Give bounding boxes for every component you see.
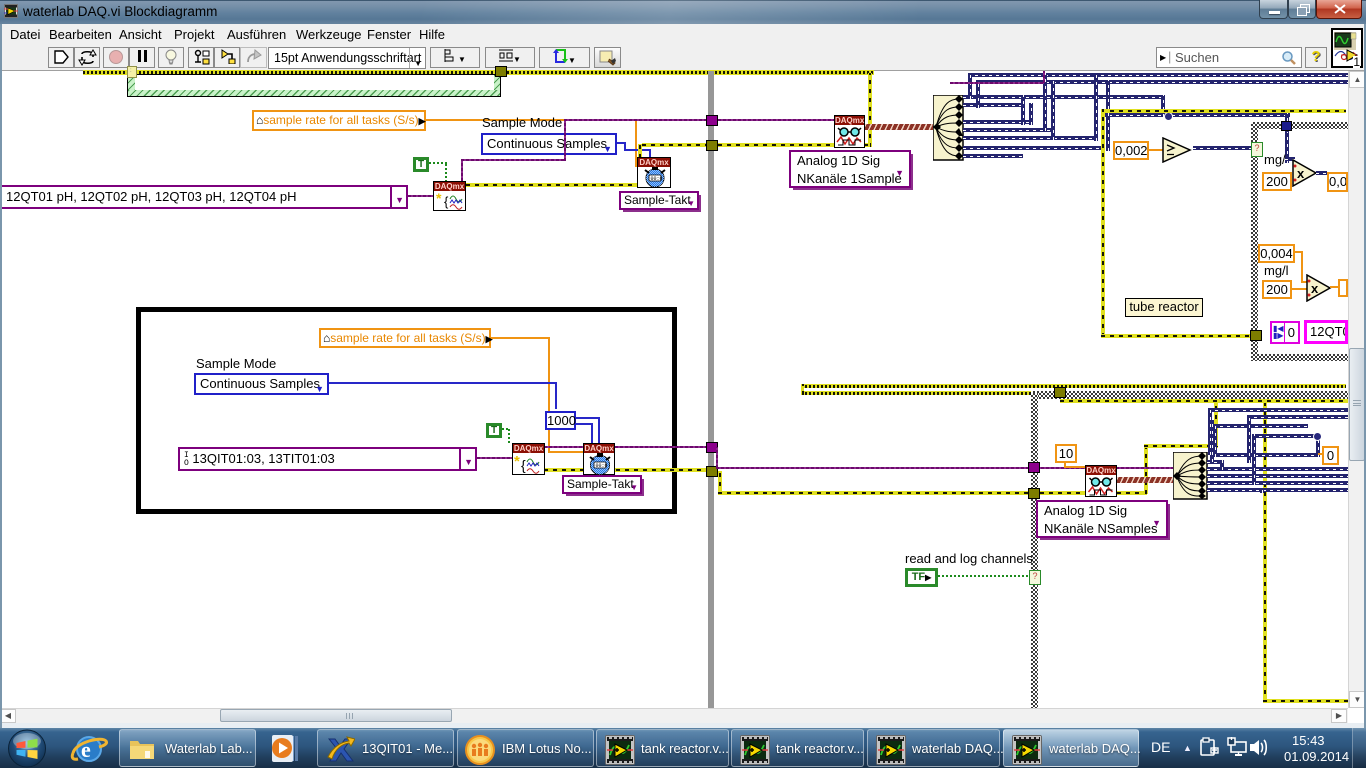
svg-text:{: { <box>521 457 526 473</box>
svg-text:00:0: 00:0 <box>596 463 608 469</box>
svg-text:x: x <box>1297 166 1305 181</box>
svg-text:*: * <box>514 453 520 470</box>
svg-text:00:0: 00:0 <box>651 176 663 182</box>
svg-text:*: * <box>436 191 442 206</box>
svg-text:x: x <box>1311 281 1319 296</box>
svg-text:{: { <box>444 194 449 209</box>
